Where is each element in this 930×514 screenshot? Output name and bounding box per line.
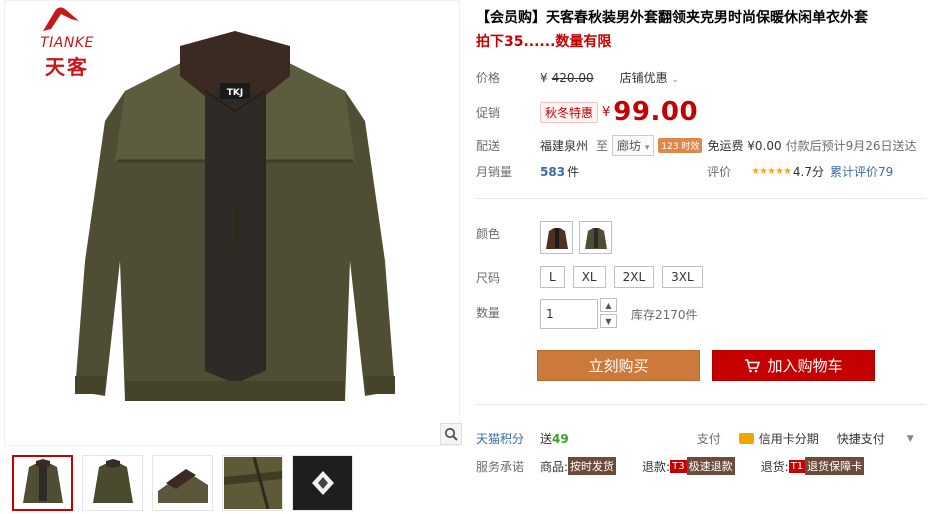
divider [476,404,926,405]
rating-stars: ★★★★★ [751,166,792,177]
price-currency: ¥ [540,70,548,85]
payment-label: 支付 [696,432,721,446]
rating-score: 4.7分 [792,165,825,179]
detail-thumb-image [157,469,208,503]
buy-now-label: 立刻购买 [588,357,649,375]
return-label: 退货: [760,459,789,474]
shipping-row: 配送 福建泉州 至 廊坊 ▾ 123 时效 免运费 ¥0.00 付款后预计9月2… [476,135,917,156]
promo-row: 促销 秋冬特惠 ¥ 99.00 [476,97,699,127]
sales-label: 月销量 [476,165,513,179]
destination-value: 廊坊 [617,139,642,153]
credit-installment[interactable]: 信用卡分期 [738,430,819,447]
quantity-stepper: ▲ ▼ [600,298,617,330]
thumbnail-4[interactable] [222,455,283,511]
divider [476,198,926,199]
thumbnail-1[interactable] [12,455,73,511]
color-swatch-green[interactable] [579,221,612,254]
chevron-down-icon: ⌄ [671,75,680,85]
on-time-delivery-tag[interactable]: 按时发货 [568,457,617,475]
price-label: 价格 [476,71,501,85]
delivery-hours-badge: 123 时效 [658,138,703,153]
promo-price: 99.00 [613,97,699,127]
thumbnail-2[interactable] [82,455,143,511]
shipping-origin: 福建泉州 [540,139,589,153]
rating-label: 评价 [707,165,732,179]
cart-icon [745,358,761,372]
main-product-image: TIANKE 天客 TKJ [4,0,462,446]
thumbnail-3[interactable] [152,455,213,511]
shipping-estimate: 付款后预计9月26日送达 [785,139,917,153]
quantity-decrease-button[interactable]: ▼ [600,314,617,328]
product-subtitle: 拍下35......数量有限 [476,34,612,50]
add-to-cart-label: 加入购物车 [767,357,843,375]
product-details: 【会员购】天客春秋装男外套翻领夹克男时尚保暖休闲单衣外套 拍下35......数… [476,0,926,514]
promo-tag: 秋冬特惠 [540,101,599,123]
zoom-button[interactable] [440,423,462,445]
color-row: 颜色 [476,221,618,254]
promo-label: 促销 [476,105,501,120]
jacket-image: TKJ [75,31,395,401]
size-row: 尺码 L XL 2XL 3XL [476,266,711,288]
return-guarantee-tag[interactable]: 退货保障卡 [805,457,865,475]
quantity-input[interactable] [540,299,598,329]
shop-promo-label: 店铺优惠 [619,71,668,85]
shop-promo-dropdown[interactable]: 店铺优惠 ⌄ [620,69,679,86]
reviews-link[interactable]: 累计评价79 [830,163,893,180]
shipping-to: 至 [596,139,609,153]
credit-installment-label: 信用卡分期 [758,432,819,446]
card-icon [738,433,754,444]
thumbnail-5[interactable] [292,455,353,511]
service-label: 服务承诺 [476,459,525,474]
product-title: 【会员购】天客春秋装男外套翻领夹克男时尚保暖休闲单衣外套 [476,10,868,26]
quantity-increase-button[interactable]: ▲ [600,298,617,312]
quantity-label: 数量 [476,306,501,320]
stock-count: 库存2170件 [631,307,698,322]
destination-select[interactable]: 廊坊 ▾ [612,135,655,156]
quantity-row: 数量 ▲ ▼ 库存2170件 [476,298,698,330]
service-row: 服务承诺 商品: 按时发货 退款: T3 极速退款 退货: T1 退货保障卡 [476,457,866,475]
size-option-2xl[interactable]: 2XL [613,266,655,288]
refund-badge: T3 [670,459,687,473]
down-arrow-icon: ▼ [605,316,612,326]
green-jacket-icon [584,227,607,249]
brand-swoosh-icon [43,7,79,31]
lining-thumb-image [293,457,352,509]
quick-pay[interactable]: 快捷支付 [837,430,885,447]
thumbnail-strip [12,455,353,511]
fast-refund-tag[interactable]: 极速退款 [686,457,735,475]
shipping-label: 配送 [476,139,501,153]
points-value: 49 [552,431,569,446]
price-row: 价格 ¥ 420.00 店铺优惠 ⌄ [476,69,679,86]
jacket-label-text: TKJ [227,88,243,98]
product-gallery: TIANKE 天客 TKJ [0,0,462,514]
promo-currency: ¥ [602,104,611,120]
size-label: 尺码 [476,270,501,285]
jacket-thumb-image [22,459,63,503]
buy-now-button[interactable]: 立刻购买 [537,350,700,381]
brown-jacket-icon [545,227,568,249]
expand-caret-icon[interactable]: ▼ [907,434,914,444]
tmall-points-link[interactable]: 天猫积分 [476,430,540,447]
original-price: 420.00 [551,70,594,85]
goods-label: 商品: [540,459,569,474]
points-prefix: 送 [540,432,553,446]
jacket-back-thumb-image [92,459,133,503]
color-label: 颜色 [476,227,501,241]
zoom-icon [444,427,458,441]
points-row: 天猫积分 送 49 支付 信用卡分期 快捷支付 ▼ [476,430,914,447]
sales-unit: 件 [567,165,580,179]
size-option-xl[interactable]: XL [572,266,606,288]
caret-down-icon: ▾ [644,143,650,153]
add-to-cart-button[interactable]: 加入购物车 [712,350,875,381]
up-arrow-icon: ▲ [605,300,612,310]
return-badge: T1 [788,459,806,473]
sales-count: 583 [540,164,566,179]
size-option-l[interactable]: L [540,266,565,288]
fabric-thumb-image [223,457,282,509]
size-option-3xl[interactable]: 3XL [662,266,703,288]
sales-row: 月销量 583 件 评价 ★★★★★ 4.7分 累计评价79 [476,163,893,180]
color-swatch-brown[interactable] [540,221,573,254]
refund-label: 退款: [642,459,671,474]
shipping-fee: 免运费 ¥0.00 [707,139,782,153]
